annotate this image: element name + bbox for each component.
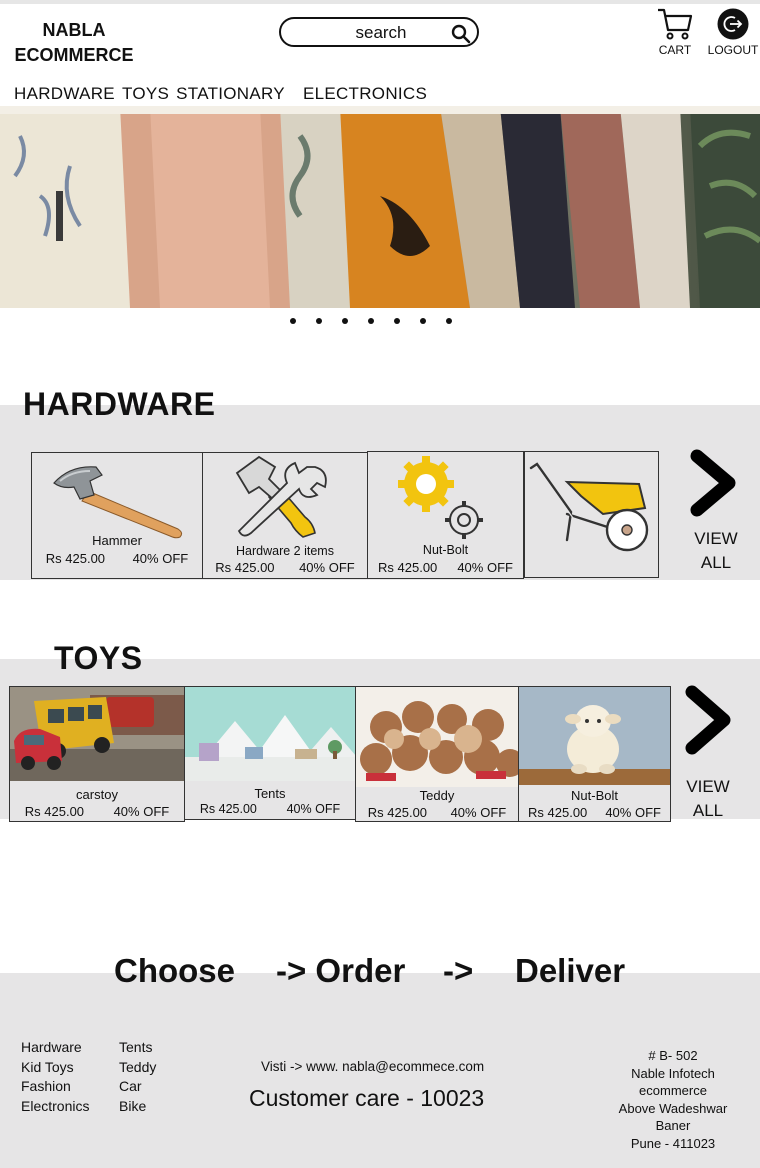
product-discount: 40% OFF <box>450 805 507 820</box>
carousel-dots <box>290 318 472 324</box>
carousel-dot[interactable] <box>316 318 322 324</box>
carousel-dot[interactable] <box>342 318 348 324</box>
teddy-image <box>356 687 518 787</box>
brand-logo[interactable]: NABLA ECOMMERCE <box>12 18 136 68</box>
address-line: Baner <box>655 1118 691 1133</box>
visit-link[interactable]: Visti -> www. nabla@ecommece.com <box>261 1059 484 1074</box>
footer-links-col2: Tents Teddy Car Bike <box>119 1038 156 1116</box>
product-name: Hammer <box>92 533 142 548</box>
search-icon[interactable] <box>451 24 471 44</box>
wrench-screwdriver-image <box>235 455 327 538</box>
address-line: # B- 502 <box>648 1048 698 1063</box>
footer-link[interactable]: Car <box>119 1077 156 1097</box>
product-discount: 40% OFF <box>132 551 189 566</box>
product-name: Hardware 2 items <box>236 544 334 558</box>
product-name: Nut-Bolt <box>422 543 469 557</box>
view-all-line1: VIEW <box>686 777 730 796</box>
hardware-view-all-button[interactable]: VIEW ALL <box>689 448 743 575</box>
product-price: Rs 425.00 <box>215 560 275 575</box>
footer-links-col1: Hardware Kid Toys Fashion Electronics <box>21 1038 89 1116</box>
customer-care: Customer care - 10023 <box>249 1085 485 1111</box>
product-discount: 40% OFF <box>113 804 170 819</box>
hero-banner-image[interactable] <box>0 106 760 308</box>
carousel-dot[interactable] <box>420 318 426 324</box>
product-price: Rs 425.00 <box>45 551 106 566</box>
tents-image <box>185 687 355 781</box>
footer-link[interactable]: Electronics <box>21 1097 89 1117</box>
footer-address: # B- 502 Nable Infotech ecommerce Above … <box>600 1047 746 1152</box>
cart-icon <box>658 8 693 40</box>
footer-link[interactable]: Kid Toys <box>21 1058 89 1078</box>
top-border <box>0 0 760 4</box>
view-all-line1: VIEW <box>694 529 738 548</box>
product-price: Rs 425.00 <box>199 802 257 816</box>
product-card-hardware-2-items[interactable]: Hardware 2 items Rs 425.00 40% OFF <box>202 452 368 579</box>
carousel-dot[interactable] <box>368 318 374 324</box>
address-line: Nable Infotech <box>631 1065 715 1081</box>
chevron-right-icon <box>685 685 731 755</box>
hammer-image <box>53 466 183 539</box>
product-card-carstoy[interactable]: carstoy Rs 425.00 40% OFF <box>9 686 185 822</box>
tagline-arrow: -> <box>443 952 474 989</box>
nav-hardware[interactable]: HARDWARE <box>14 84 115 104</box>
product-price: Rs 425.00 <box>378 560 438 575</box>
view-all-line2: ALL <box>700 553 732 572</box>
product-name: Teddy <box>419 788 455 803</box>
product-name: carstoy <box>76 787 118 802</box>
wheelbarrow-image <box>529 462 649 552</box>
sheep-plush-image <box>519 687 670 785</box>
clothes-rack-illustration <box>0 106 760 308</box>
hardware-section-title: HARDWARE <box>23 386 216 422</box>
logout-icon <box>717 8 749 40</box>
nav-electronics[interactable]: ELECTRONICS <box>303 84 427 104</box>
product-card-nut-bolt[interactable]: Nut-Bolt Rs 425.00 40% OFF <box>367 451 524 579</box>
product-price: Rs 425.00 <box>528 805 588 820</box>
cart-button[interactable]: CART <box>650 4 700 57</box>
view-all-line2: ALL <box>692 801 724 820</box>
address-line: Pune - 411023 <box>630 1135 716 1151</box>
tagline-order: -> Order <box>276 952 406 989</box>
carousel-dot[interactable] <box>446 318 452 324</box>
tagline-choose: Choose <box>114 952 236 989</box>
footer-link[interactable]: Bike <box>119 1097 156 1117</box>
product-discount: 40% OFF <box>286 802 341 816</box>
cart-label: CART <box>658 43 692 57</box>
address-line: ecommerce <box>639 1083 707 1098</box>
product-name: Nut-Bolt <box>571 788 618 803</box>
product-discount: 40% OFF <box>605 805 661 820</box>
carstoy-image <box>10 687 184 781</box>
logout-button[interactable]: LOGOUT <box>704 8 760 57</box>
logout-label: LOGOUT <box>707 43 759 57</box>
tagline-deliver: Deliver <box>515 952 626 989</box>
footer-link[interactable]: Tents <box>119 1038 156 1058</box>
product-price: Rs 425.00 <box>24 804 85 819</box>
category-nav: HARDWARE TOYS STATIONARY ELECTRONICS <box>14 84 434 104</box>
footer-link[interactable]: Teddy <box>119 1058 156 1078</box>
nav-toys[interactable]: TOYS <box>122 84 169 104</box>
brand-line2: ECOMMERCE <box>14 45 134 65</box>
product-card-teddy[interactable]: Teddy Rs 425.00 40% OFF <box>355 686 519 822</box>
footer-link[interactable]: Fashion <box>21 1077 89 1097</box>
address-line: Above Wadeshwar <box>618 1100 728 1116</box>
footer-link[interactable]: Hardware <box>21 1038 89 1058</box>
nav-stationary[interactable]: STATIONARY <box>176 84 285 104</box>
carousel-dot[interactable] <box>290 318 296 324</box>
product-card-hammer[interactable]: Hammer Rs 425.00 40% OFF <box>31 452 203 579</box>
toys-view-all-button[interactable]: VIEW ALL <box>682 684 736 823</box>
product-price: Rs 425.00 <box>367 805 428 820</box>
product-card-nut-bolt-toy[interactable]: Nut-Bolt Rs 425.00 40% OFF <box>518 686 671 822</box>
toys-section-title: TOYS <box>54 640 143 676</box>
search-bar[interactable]: search <box>279 17 479 47</box>
product-card-wheelbarrow[interactable] <box>524 451 659 578</box>
product-discount: 40% OFF <box>457 560 513 575</box>
brand-line1: NABLA <box>42 20 106 40</box>
carousel-dot[interactable] <box>394 318 400 324</box>
product-discount: 40% OFF <box>299 560 355 575</box>
chevron-right-icon <box>690 449 736 517</box>
product-card-tents[interactable]: Tents Rs 425.00 40% OFF <box>184 686 356 820</box>
gears-image <box>398 456 483 539</box>
product-name: Tents <box>254 786 286 801</box>
